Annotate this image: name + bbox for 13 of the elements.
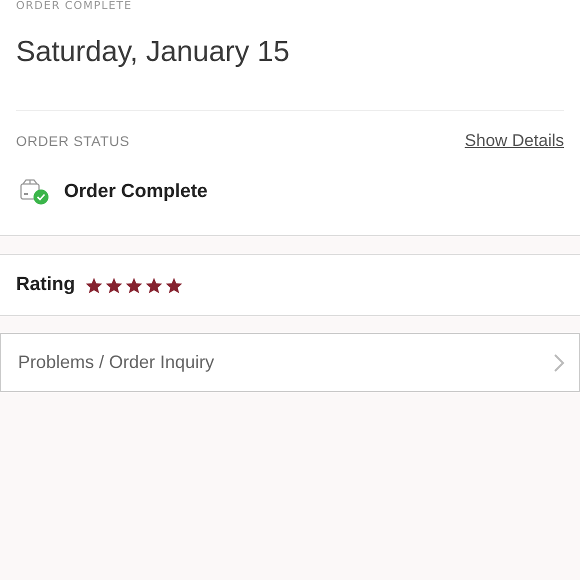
chevron-right-icon — [553, 352, 565, 372]
star-icon — [125, 276, 144, 294]
order-status-text: Order Complete — [64, 181, 208, 203]
show-details-link[interactable]: Show Details — [464, 131, 564, 151]
order-date: Saturday, January 15 — [16, 35, 291, 70]
rating-label: Rating — [16, 274, 76, 296]
star-icon — [145, 276, 164, 294]
section-label: ORDER STATUS — [16, 133, 130, 149]
section-label: ORDER COMPLETE — [16, 0, 134, 12]
menu-item[interactable]: Problems / Order Inquiry — [0, 333, 580, 392]
star-icon — [105, 276, 124, 294]
star-icon — [85, 276, 104, 294]
star-icon — [165, 276, 184, 294]
